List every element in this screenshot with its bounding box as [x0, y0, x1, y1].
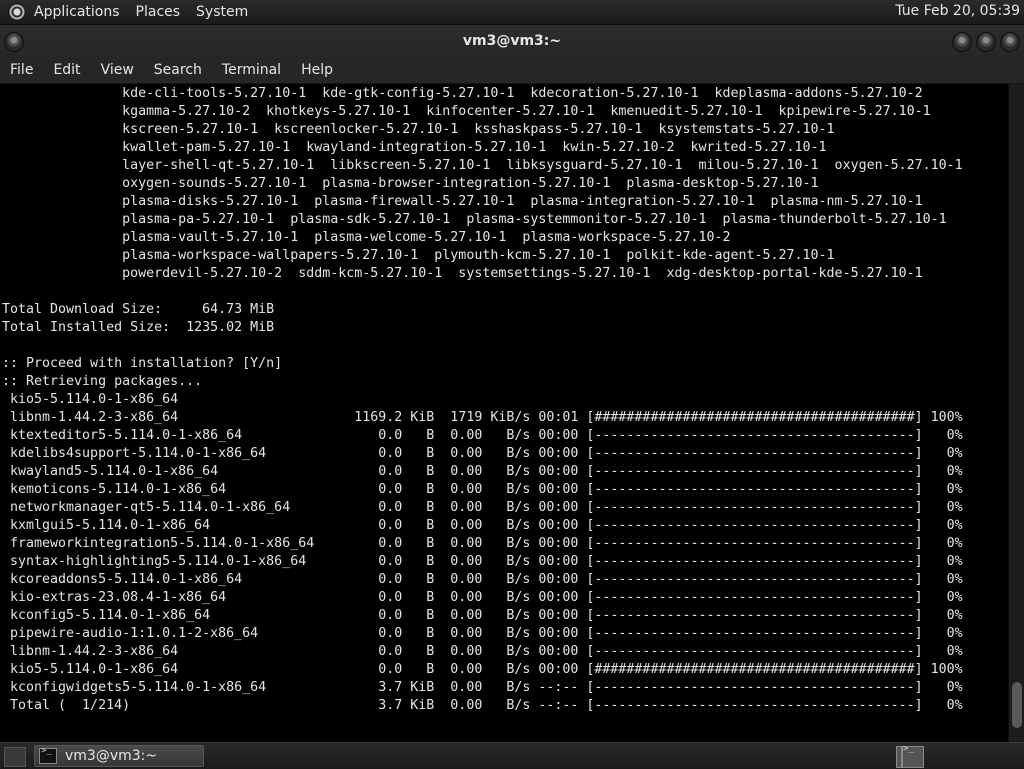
workspace-switcher[interactable]	[896, 746, 924, 768]
terminal-line: kio5-5.114.0-1-x86_64 0.0 B 0.00 B/s 00:…	[2, 662, 963, 677]
terminal-line: plasma-pa-5.27.10-1 plasma-sdk-5.27.10-1…	[2, 212, 947, 227]
terminal-line: Total ( 1/214) 3.7 KiB 0.00 B/s --:-- [-…	[2, 698, 963, 713]
menu-edit[interactable]: Edit	[43, 62, 90, 78]
window-menu-icon[interactable]	[4, 32, 24, 52]
terminal-line: :: Proceed with installation? [Y/n]	[2, 356, 283, 371]
applications-menu[interactable]: Applications	[34, 4, 120, 20]
menu-help[interactable]: Help	[291, 62, 343, 78]
scrollbar-thumb[interactable]	[1012, 682, 1022, 728]
menubar: File Edit View Search Terminal Help	[0, 57, 1024, 84]
minimize-icon[interactable]	[952, 32, 972, 52]
show-desktop-icon[interactable]	[4, 747, 26, 767]
terminal-line: kio5-5.114.0-1-x86_64	[2, 392, 179, 407]
top-panel: Applications Places System Tue Feb 20, 0…	[0, 0, 1024, 25]
terminal-line: libnm-1.44.2-3-x86_64 0.0 B 0.00 B/s 00:…	[2, 644, 963, 659]
terminal-line: :: Retrieving packages...	[2, 374, 203, 389]
terminal-line: kdelibs4support-5.114.0-1-x86_64 0.0 B 0…	[2, 446, 963, 461]
terminal-line: layer-shell-qt-5.27.10-1 libkscreen-5.27…	[2, 158, 963, 173]
terminal-line: plasma-workspace-wallpapers-5.27.10-1 pl…	[2, 248, 835, 263]
terminal-line: ktexteditor5-5.114.0-1-x86_64 0.0 B 0.00…	[2, 428, 963, 443]
window-titlebar[interactable]: vm3@vm3:~	[0, 25, 1024, 57]
workspace-terminal-icon	[901, 746, 903, 767]
system-menu[interactable]: System	[196, 4, 248, 20]
taskbar-window-label: vm3@vm3:~	[65, 748, 158, 764]
terminal-line: kconfig5-5.114.0-1-x86_64 0.0 B 0.00 B/s…	[2, 608, 963, 623]
terminal-line: kwallet-pam-5.27.10-1 kwayland-integrati…	[2, 140, 827, 155]
close-icon[interactable]	[1000, 32, 1020, 52]
terminal-line: kconfigwidgets5-5.114.0-1-x86_64 3.7 KiB…	[2, 680, 963, 695]
menu-search[interactable]: Search	[144, 62, 212, 78]
menu-file[interactable]: File	[0, 62, 43, 78]
clock[interactable]: Tue Feb 20, 05:39	[895, 3, 1020, 19]
terminal-line: kgamma-5.27.10-2 khotkeys-5.27.10-1 kinf…	[2, 104, 931, 119]
terminal-line: networkmanager-qt5-5.114.0-1-x86_64 0.0 …	[2, 500, 963, 515]
terminal-line: oxygen-sounds-5.27.10-1 plasma-browser-i…	[2, 176, 819, 191]
terminal-line: kcoreaddons5-5.114.0-1-x86_64 0.0 B 0.00…	[2, 572, 963, 587]
terminal-line: kwayland5-5.114.0-1-x86_64 0.0 B 0.00 B/…	[2, 464, 963, 479]
terminal-line: kde-cli-tools-5.27.10-1 kde-gtk-config-5…	[2, 86, 923, 101]
menu-terminal[interactable]: Terminal	[212, 62, 291, 78]
terminal-line: kemoticons-5.114.0-1-x86_64 0.0 B 0.00 B…	[2, 482, 963, 497]
taskbar-window-button[interactable]: vm3@vm3:~	[34, 745, 204, 767]
terminal-area[interactable]: kde-cli-tools-5.27.10-1 kde-gtk-config-5…	[0, 84, 1008, 742]
terminal-output: kde-cli-tools-5.27.10-1 kde-gtk-config-5…	[0, 84, 1008, 716]
terminal-line: frameworkintegration5-5.114.0-1-x86_64 0…	[2, 536, 963, 551]
terminal-line: Total Download Size: 64.73 MiB	[2, 302, 275, 317]
terminal-line: pipewire-audio-1:1.0.1-2-x86_64 0.0 B 0.…	[2, 626, 963, 641]
places-menu[interactable]: Places	[136, 4, 181, 20]
terminal-line: plasma-vault-5.27.10-1 plasma-welcome-5.…	[2, 230, 731, 245]
bottom-panel: vm3@vm3:~	[0, 742, 1024, 769]
terminal-line: syntax-highlighting5-5.114.0-1-x86_64 0.…	[2, 554, 963, 569]
terminal-scrollbar[interactable]	[1008, 84, 1024, 742]
window-title: vm3@vm3:~	[462, 33, 562, 49]
menu-view[interactable]: View	[91, 62, 144, 78]
terminal-line: Total Installed Size: 1235.02 MiB	[2, 320, 275, 335]
maximize-icon[interactable]	[976, 32, 996, 52]
terminal-line: kio-extras-23.08.4-1-x86_64 0.0 B 0.00 B…	[2, 590, 963, 605]
terminal-line: powerdevil-5.27.10-2 sddm-kcm-5.27.10-1 …	[2, 266, 923, 281]
distro-logo-icon[interactable]	[8, 3, 26, 21]
terminal-line: kscreen-5.27.10-1 kscreenlocker-5.27.10-…	[2, 122, 835, 137]
terminal-line: plasma-disks-5.27.10-1 plasma-firewall-5…	[2, 194, 923, 209]
terminal-icon	[39, 746, 57, 764]
terminal-line: kxmlgui5-5.114.0-1-x86_64 0.0 B 0.00 B/s…	[2, 518, 963, 533]
terminal-line: libnm-1.44.2-3-x86_64 1169.2 KiB 1719 Ki…	[2, 410, 963, 425]
